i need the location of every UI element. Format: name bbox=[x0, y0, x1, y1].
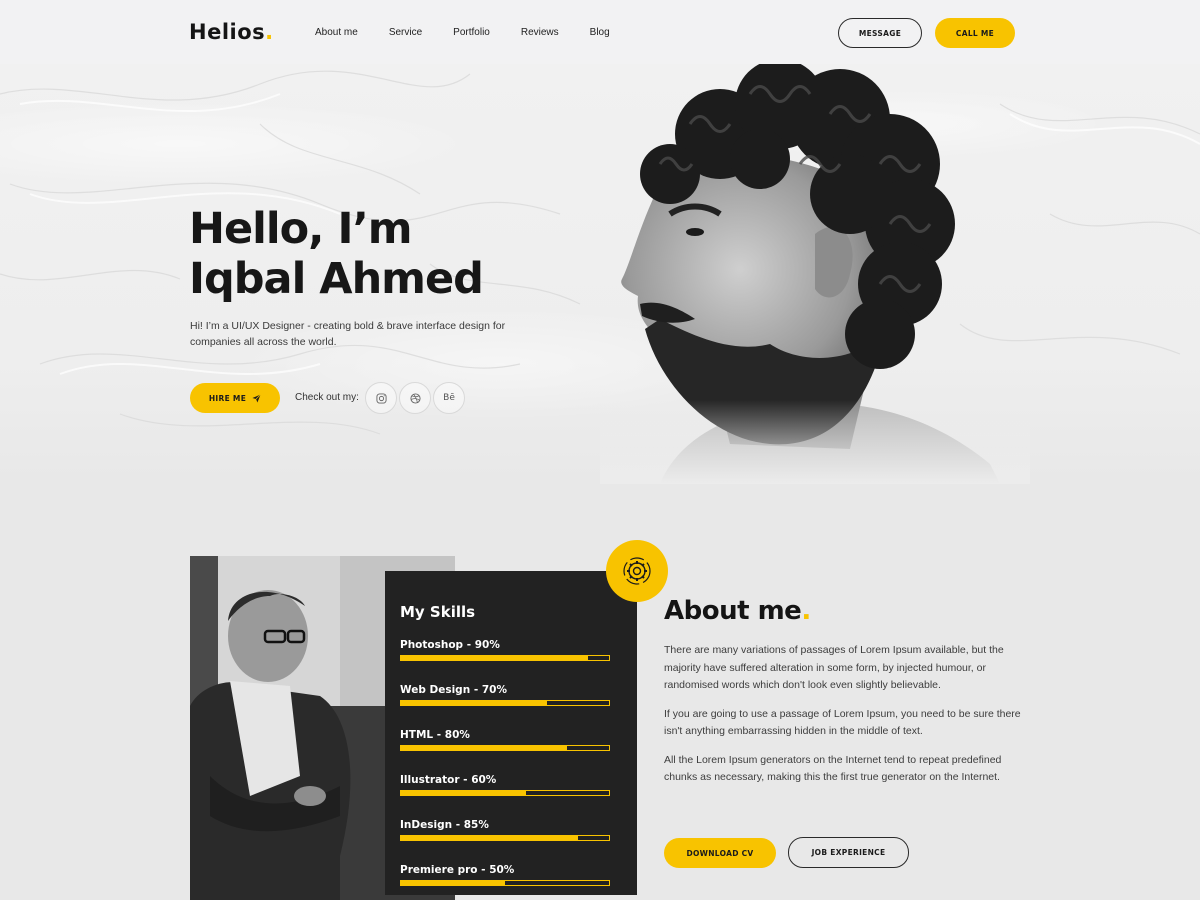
hero-title-line2: Iqbal Ahmed bbox=[189, 254, 484, 304]
logo-dot: . bbox=[265, 20, 274, 44]
gear-icon bbox=[623, 557, 651, 585]
logo[interactable]: Helios. bbox=[189, 20, 274, 44]
skill-label: Photoshop - 90% bbox=[400, 639, 500, 651]
skill-label: Illustrator - 60% bbox=[400, 774, 497, 786]
nav-link-blog[interactable]: Blog bbox=[590, 27, 610, 38]
skill-bar bbox=[400, 790, 610, 796]
skill-bar bbox=[400, 745, 610, 751]
skill-item: Premiere pro - 50% bbox=[400, 864, 611, 886]
about-title-text: About me bbox=[664, 596, 802, 626]
skill-label: Web Design - 70% bbox=[400, 684, 507, 696]
message-label: MESSAGE bbox=[858, 28, 902, 38]
call-me-button[interactable]: CALL ME bbox=[935, 18, 1015, 48]
skill-item: HTML - 80% bbox=[400, 729, 611, 751]
nav-link-service[interactable]: Service bbox=[389, 27, 422, 38]
message-button[interactable]: MESSAGE bbox=[838, 18, 922, 48]
skill-item: Web Design - 70% bbox=[400, 684, 611, 706]
about-title-dot: . bbox=[801, 596, 811, 626]
skill-bar-fill bbox=[401, 746, 568, 750]
about-paragraph: If you are going to use a passage of Lor… bbox=[664, 707, 1021, 738]
top-nav: Helios. About me Service Portfolio Revie… bbox=[0, 0, 1200, 64]
about-text: There are many variations of passages of… bbox=[664, 642, 1024, 798]
skills-title: My Skills bbox=[400, 603, 476, 621]
skill-bar-fill bbox=[401, 656, 589, 660]
gear-badge bbox=[606, 540, 668, 602]
job-experience-label: JOB EXPERIENCE bbox=[811, 848, 886, 857]
skill-bar bbox=[400, 700, 610, 706]
skill-bar-fill bbox=[401, 836, 578, 840]
nav-link-about[interactable]: About me bbox=[315, 27, 358, 38]
hire-me-button[interactable]: HIRE ME bbox=[190, 383, 280, 413]
about-title: About me. bbox=[664, 596, 811, 626]
page: Helios. About me Service Portfolio Revie… bbox=[0, 0, 1200, 900]
hero-description: Hi! I’m a UI/UX Designer - creating bold… bbox=[190, 320, 506, 348]
instagram-icon bbox=[375, 392, 387, 404]
nav-link-reviews[interactable]: Reviews bbox=[521, 27, 559, 38]
skill-bar bbox=[400, 835, 610, 841]
about-paragraph: All the Lorem Ipsum generators on the In… bbox=[664, 753, 1002, 784]
instagram-link[interactable] bbox=[365, 382, 397, 414]
hero-title: Hello, I’m Iqbal Ahmed bbox=[189, 204, 484, 304]
skill-bar-fill bbox=[401, 701, 547, 705]
dribbble-link[interactable] bbox=[399, 382, 431, 414]
behance-icon: Bē bbox=[443, 393, 455, 403]
hero-title-line1: Hello, I’m bbox=[189, 204, 413, 254]
behance-link[interactable]: Bē bbox=[433, 382, 465, 414]
hero-portrait bbox=[600, 64, 1030, 484]
skill-bar-fill bbox=[401, 881, 505, 885]
skill-label: HTML - 80% bbox=[400, 729, 470, 741]
logo-text: Helios bbox=[189, 20, 266, 44]
hire-me-label: HIRE ME bbox=[208, 393, 247, 403]
download-cv-label: DOWNLOAD CV bbox=[686, 848, 754, 858]
skills-card: My Skills Photoshop - 90% Web Design - 7… bbox=[385, 571, 637, 895]
skill-item: InDesign - 85% bbox=[400, 819, 611, 841]
skill-item: Photoshop - 90% bbox=[400, 639, 611, 661]
call-me-label: CALL ME bbox=[955, 28, 995, 38]
nav-links: About me Service Portfolio Reviews Blog bbox=[315, 27, 641, 38]
hero-section: Hello, I’m Iqbal Ahmed Hi! I’m a UI/UX D… bbox=[0, 64, 1200, 484]
skill-label: InDesign - 85% bbox=[400, 819, 489, 831]
job-experience-button[interactable]: JOB EXPERIENCE bbox=[788, 837, 909, 868]
skill-label: Premiere pro - 50% bbox=[400, 864, 515, 876]
skill-bar bbox=[400, 655, 610, 661]
nav-link-portfolio[interactable]: Portfolio bbox=[453, 27, 490, 38]
paper-plane-icon bbox=[252, 393, 261, 403]
download-cv-button[interactable]: DOWNLOAD CV bbox=[664, 838, 776, 868]
check-out-label: Check out my: bbox=[295, 392, 359, 403]
skill-bar-fill bbox=[401, 791, 526, 795]
skill-item: Illustrator - 60% bbox=[400, 774, 611, 796]
dribbble-icon bbox=[409, 392, 421, 404]
skill-bar bbox=[400, 880, 610, 886]
about-paragraph: There are many variations of passages of… bbox=[664, 644, 1004, 691]
